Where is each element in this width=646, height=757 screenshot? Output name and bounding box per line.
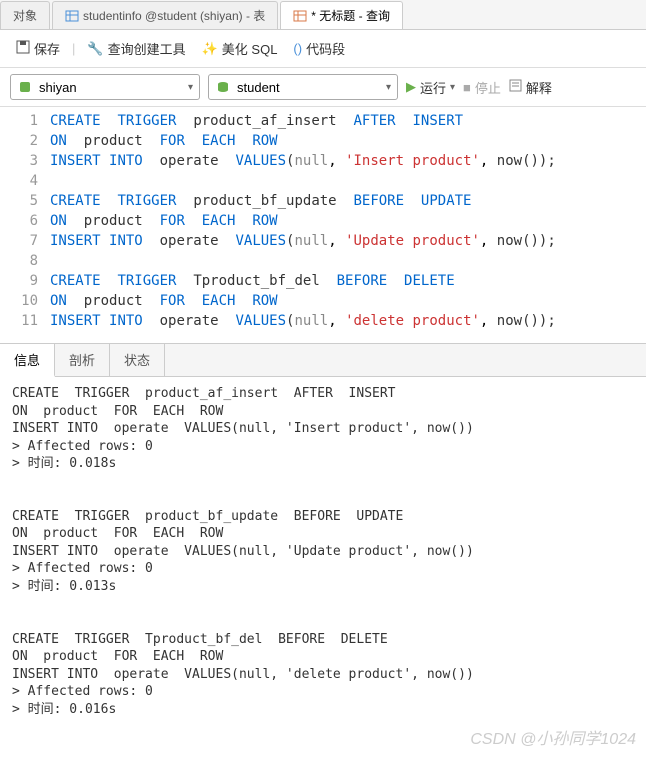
query-icon [293, 9, 307, 23]
code-icon: () [293, 41, 302, 56]
code-area[interactable]: CREATE TRIGGER product_af_insert AFTER I… [50, 111, 646, 331]
play-icon: ▶ [406, 79, 416, 95]
chevron-down-icon: ▾ [386, 82, 391, 93]
tab-status[interactable]: 状态 [110, 344, 165, 376]
output-panel: CREATE TRIGGER product_af_insert AFTER I… [0, 377, 646, 726]
run-button[interactable]: ▶ 运行 ▾ [406, 78, 455, 97]
window-tabs: 对象 studentinfo @student (shiyan) - 表 * 无… [0, 0, 646, 30]
explain-button[interactable]: 解释 [509, 78, 552, 97]
save-button[interactable]: 保存 [10, 36, 66, 61]
tab-label: studentinfo @student (shiyan) - 表 [83, 7, 265, 24]
chevron-down-icon: ▾ [450, 82, 455, 93]
database-dropdown[interactable]: student ▾ [208, 74, 398, 100]
query-builder-button[interactable]: 🔧 查询创建工具 [81, 36, 191, 61]
tab-label: * 无标题 - 查询 [311, 7, 390, 24]
connection-dropdown[interactable]: shiyan ▾ [10, 74, 200, 100]
stop-label: 停止 [475, 78, 501, 97]
stop-icon: ■ [463, 80, 471, 95]
separator: | [72, 41, 75, 56]
query-builder-label: 查询创建工具 [108, 39, 186, 58]
result-tabs: 信息 剖析 状态 [0, 343, 646, 377]
tool-icon: 🔧 [87, 41, 103, 57]
tab-info[interactable]: 信息 [0, 344, 55, 377]
toolbar: 保存 | 🔧 查询创建工具 ✨ 美化 SQL () 代码段 [0, 30, 646, 68]
stop-button: ■ 停止 [463, 78, 501, 97]
sql-editor[interactable]: 1234567891011 CREATE TRIGGER product_af_… [0, 107, 646, 335]
explain-label: 解释 [526, 78, 552, 97]
database-icon [215, 79, 231, 95]
tab-label: 对象 [13, 7, 37, 24]
run-label: 运行 [420, 78, 446, 97]
database-value: student [237, 80, 380, 95]
save-label: 保存 [34, 39, 60, 58]
line-gutter: 1234567891011 [0, 111, 50, 331]
table-icon [65, 9, 79, 23]
tab-table[interactable]: studentinfo @student (shiyan) - 表 [52, 1, 278, 29]
explain-icon [509, 79, 522, 95]
connection-row: shiyan ▾ student ▾ ▶ 运行 ▾ ■ 停止 解释 [0, 68, 646, 107]
beautify-label: 美化 SQL [222, 39, 278, 58]
chevron-down-icon: ▾ [188, 82, 193, 93]
watermark: CSDN @小孙同学1024 [470, 725, 636, 749]
tab-objects[interactable]: 对象 [0, 1, 50, 29]
code-label: 代码段 [306, 39, 345, 58]
code-snippet-button[interactable]: () 代码段 [287, 36, 351, 61]
beautify-button[interactable]: ✨ 美化 SQL [196, 36, 284, 61]
connection-icon [17, 79, 33, 95]
save-icon [16, 40, 30, 57]
tab-profile[interactable]: 剖析 [55, 344, 110, 376]
tab-query[interactable]: * 无标题 - 查询 [280, 1, 403, 29]
connection-value: shiyan [39, 80, 182, 95]
wand-icon: ✨ [202, 41, 218, 57]
